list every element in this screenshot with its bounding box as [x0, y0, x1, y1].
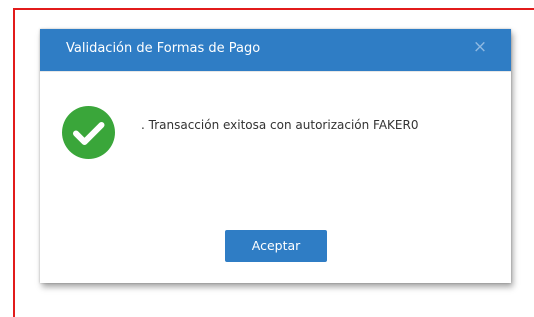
accept-button[interactable]: Aceptar [225, 230, 327, 262]
close-icon[interactable]: × [471, 38, 489, 56]
frame-border-left [13, 8, 15, 317]
page-background: Validación de Formas de Pago × . Transac… [0, 0, 534, 317]
frame-border-top [14, 8, 534, 10]
header-divider [40, 71, 511, 72]
payment-validation-dialog: Validación de Formas de Pago × . Transac… [40, 29, 511, 283]
transaction-message: . Transacción exitosa con autorización F… [141, 118, 419, 132]
dialog-title: Validación de Formas de Pago [66, 41, 261, 56]
dialog-header: Validación de Formas de Pago × [40, 29, 511, 71]
check-circle-icon [62, 106, 115, 159]
